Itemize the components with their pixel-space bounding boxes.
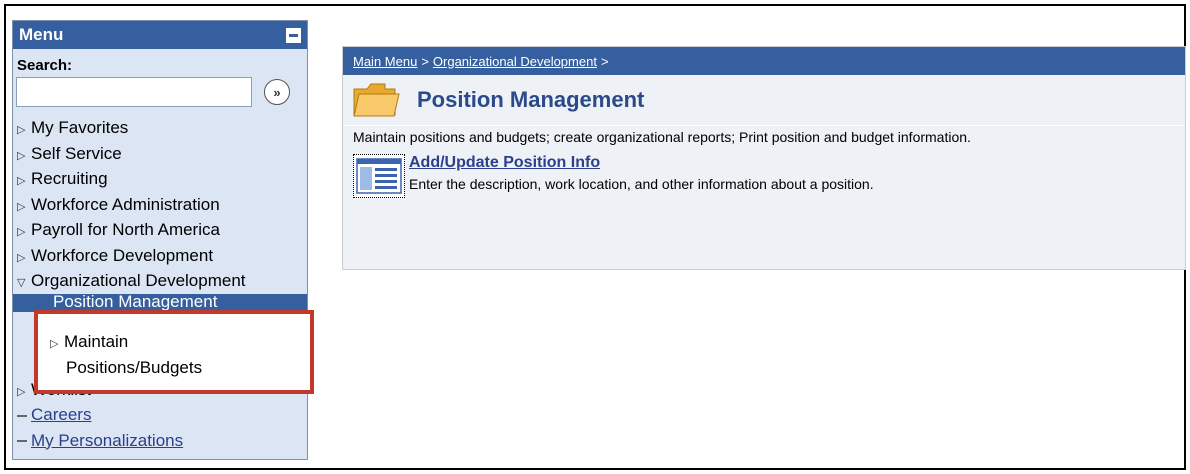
sidebar-link-label: My Personalizations bbox=[31, 430, 184, 450]
content-panel: Main Menu > Organizational Development >… bbox=[342, 46, 1186, 270]
nav-list: ▷ My Favorites ▷ Self Service ▷ Recruiting … bbox=[13, 115, 307, 453]
sidebar-link-careers[interactable]: Careers bbox=[13, 402, 307, 428]
expand-arrow-icon: ▷ bbox=[17, 149, 26, 162]
sidebar-link-label: Careers bbox=[31, 405, 92, 424]
sidebar-item-label: Recruiting bbox=[31, 169, 108, 188]
page-title: Position Management bbox=[417, 87, 645, 112]
expand-arrow-icon: ▷ bbox=[17, 385, 26, 398]
sidebar-item-my-favorites[interactable]: ▷ My Favorites bbox=[13, 115, 307, 141]
collapse-arrow-icon: ▽ bbox=[17, 277, 26, 289]
sidebar-item-label: Workforce Development bbox=[31, 245, 214, 265]
search-label: Search: bbox=[17, 57, 73, 74]
sidebar-item-label: Self Service bbox=[31, 143, 122, 163]
expand-arrow-icon: ▷ bbox=[17, 175, 26, 187]
sidebar-link-my-personalizations[interactable]: My Personalizations bbox=[13, 428, 307, 454]
expand-arrow-icon: ▷ bbox=[17, 200, 26, 213]
add-update-position-info-link[interactable]: Add/Update Position Info bbox=[409, 154, 874, 172]
sidebar-item-label: My Favorites bbox=[31, 118, 129, 137]
menu-header: Menu bbox=[13, 21, 307, 49]
component-link-text: Add/Update Position Info Enter the descr… bbox=[409, 154, 874, 198]
search-go-icon[interactable]: » bbox=[264, 79, 290, 105]
sidebar-item-organizational-development[interactable]: ▽ Organizational Development bbox=[13, 268, 307, 294]
breadcrumb: Main Menu > Organizational Development > bbox=[343, 47, 1185, 75]
submenu-line-1: Maintain bbox=[64, 332, 129, 351]
search-row: » bbox=[13, 77, 307, 107]
page-description: Maintain positions and budgets; create o… bbox=[343, 125, 1185, 148]
component-page-icon[interactable] bbox=[353, 154, 405, 198]
search-input[interactable] bbox=[16, 77, 252, 107]
expand-arrow-icon: ▷ bbox=[17, 226, 26, 238]
selected-item-label: Position Management bbox=[53, 293, 218, 311]
breadcrumb-separator: > bbox=[421, 53, 429, 69]
title-row: Position Management bbox=[343, 75, 1185, 125]
expand-arrow-icon: ▷ bbox=[50, 338, 59, 350]
folder-icon bbox=[353, 83, 400, 117]
submenu-line-2[interactable]: Positions/Budgets bbox=[66, 358, 202, 378]
component-link-row: Add/Update Position Info Enter the descr… bbox=[343, 154, 1185, 198]
dash-icon bbox=[17, 440, 27, 443]
menu-title: Menu bbox=[19, 25, 64, 44]
dash-icon bbox=[17, 414, 27, 417]
sidebar-item-position-management[interactable]: Position Management bbox=[13, 293, 307, 312]
sidebar-item-recruiting[interactable]: ▷ Recruiting bbox=[13, 166, 307, 192]
menu-panel: Menu Search: » ▷ My Favorites ▷ Self Servi… bbox=[12, 20, 308, 460]
sidebar-item-workforce-administration[interactable]: ▷ Workforce Administration bbox=[13, 192, 307, 218]
sidebar-item-workforce-development[interactable]: ▷ Workforce Development bbox=[13, 243, 307, 269]
sidebar-item-label: Payroll for North America bbox=[31, 220, 220, 239]
breadcrumb-separator: > bbox=[600, 53, 609, 69]
sidebar-item-payroll[interactable]: ▷ Payroll for North America bbox=[13, 217, 307, 243]
collapse-icon[interactable] bbox=[286, 27, 301, 43]
sidebar-item-label: Organizational Development bbox=[31, 271, 246, 290]
sidebar-item-label: Workforce Administration bbox=[31, 194, 220, 214]
expand-arrow-icon: ▷ bbox=[17, 251, 26, 264]
highlight-callout: ▷ Maintain Positions/Budgets bbox=[34, 310, 314, 394]
component-description: Enter the description, work location, an… bbox=[409, 176, 874, 192]
breadcrumb-organizational-development[interactable]: Organizational Development bbox=[433, 54, 597, 69]
expand-arrow-icon: ▷ bbox=[17, 124, 26, 136]
sidebar-item-self-service[interactable]: ▷ Self Service bbox=[13, 141, 307, 167]
breadcrumb-main-menu[interactable]: Main Menu bbox=[353, 54, 417, 69]
submenu-item-maintain[interactable]: ▷ Maintain bbox=[50, 332, 128, 352]
